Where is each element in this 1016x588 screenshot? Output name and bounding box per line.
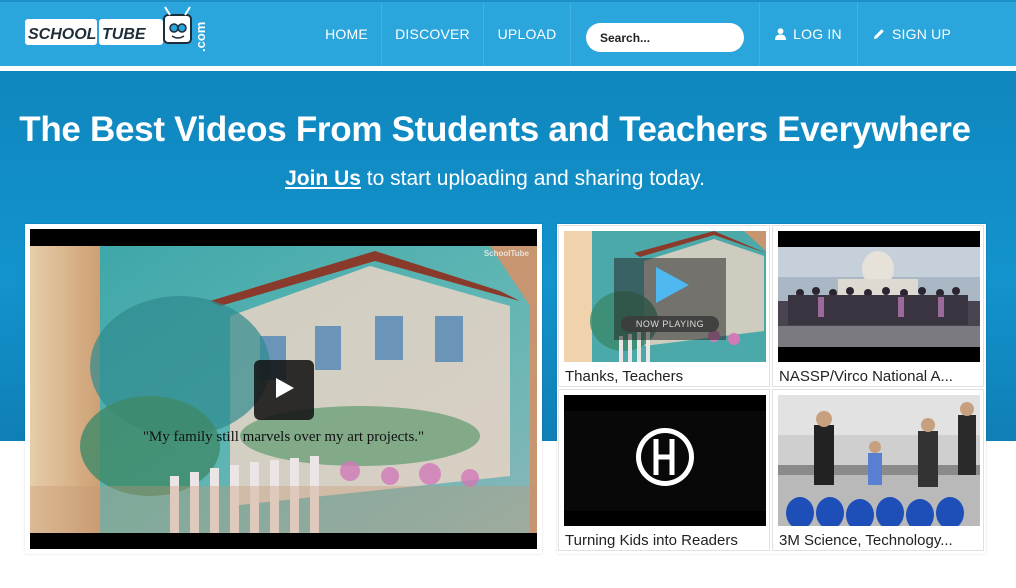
user-icon [775, 28, 787, 40]
video-caption: "My family still marvels over my art pro… [142, 429, 425, 445]
hero-subtitle: Join Us to start uploading and sharing t… [0, 167, 990, 191]
nav-home[interactable]: HOME [312, 2, 381, 66]
video-title: 3M Science, Technology... [779, 532, 953, 549]
hero-subtitle-text: to start uploading and sharing today. [360, 167, 705, 190]
login-link[interactable]: LOG IN [760, 2, 857, 66]
logo-tube-text: TUBE [102, 26, 147, 43]
nav-separator [570, 2, 571, 66]
video-grid: NOW PLAYING Thanks, Teachers NASSP/Virco… [557, 224, 986, 554]
video-thumbnail [778, 395, 980, 526]
video-title: Thanks, Teachers [565, 368, 684, 385]
pencil-icon [873, 28, 885, 40]
play-icon [654, 266, 690, 309]
logo-com-text: .com [193, 22, 208, 52]
video-thumbnail [564, 395, 766, 526]
main-video-player: SchoolTube "My family still marvels over… [25, 224, 542, 554]
search-input[interactable] [586, 23, 744, 52]
video-thumbnail [778, 231, 980, 362]
video-screen[interactable]: SchoolTube "My family still marvels over… [30, 229, 537, 549]
video-thumbnail: NOW PLAYING [564, 231, 766, 362]
play-button[interactable] [254, 360, 314, 420]
schooltube-logo[interactable]: SCHOOL TUBE .com [24, 6, 210, 56]
video-title: Turning Kids into Readers [565, 532, 738, 549]
video-watermark: SchoolTube [483, 249, 529, 258]
hero-title: The Best Videos From Students and Teache… [19, 110, 971, 149]
login-label: LOG IN [793, 26, 842, 42]
video-tile-3m-science[interactable]: 3M Science, Technology... [772, 389, 984, 551]
video-tile-thanks-teachers[interactable]: NOW PLAYING Thanks, Teachers [558, 225, 770, 387]
signup-link[interactable]: SIGN UP [858, 2, 966, 66]
now-playing-badge: NOW PLAYING [621, 316, 719, 332]
logo-school-text: SCHOOL [28, 26, 96, 43]
video-tile-turning-kids-into-readers[interactable]: Turning Kids into Readers [558, 389, 770, 551]
nav-discover[interactable]: DISCOVER [382, 2, 483, 66]
join-us-link[interactable]: Join Us [285, 167, 361, 190]
video-title: NASSP/Virco National A... [779, 368, 953, 385]
signup-label: SIGN UP [892, 26, 951, 42]
nav-upload[interactable]: UPLOAD [484, 2, 570, 66]
video-tile-nassp-virco[interactable]: NASSP/Virco National A... [772, 225, 984, 387]
play-icon [273, 377, 295, 404]
